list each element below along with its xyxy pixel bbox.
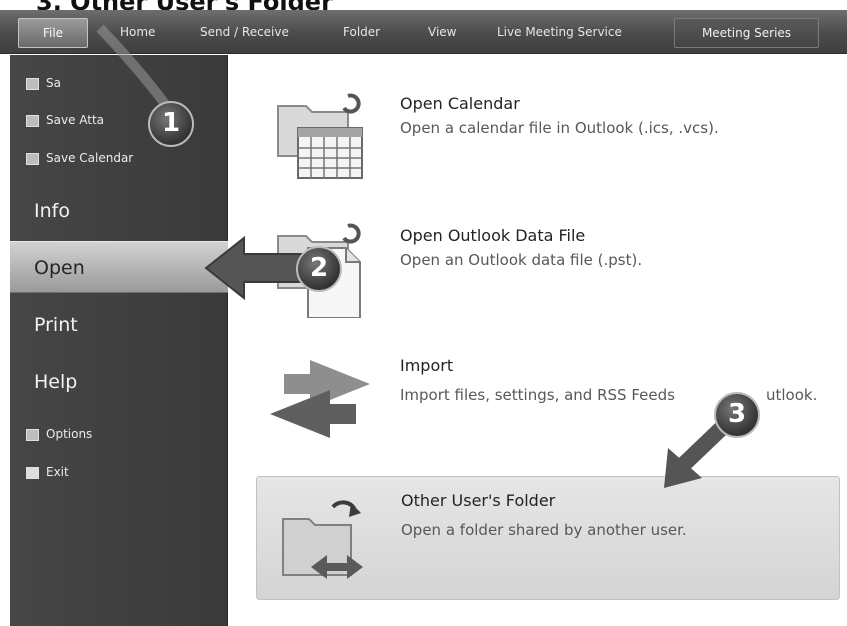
annotation-overlay bbox=[96, 24, 736, 488]
callout-1: 1 bbox=[148, 101, 194, 147]
callout-3: 3 bbox=[714, 392, 760, 438]
callout-1-halo bbox=[96, 24, 173, 111]
callout-2: 2 bbox=[296, 246, 342, 292]
callout-3-arrow bbox=[664, 414, 736, 488]
